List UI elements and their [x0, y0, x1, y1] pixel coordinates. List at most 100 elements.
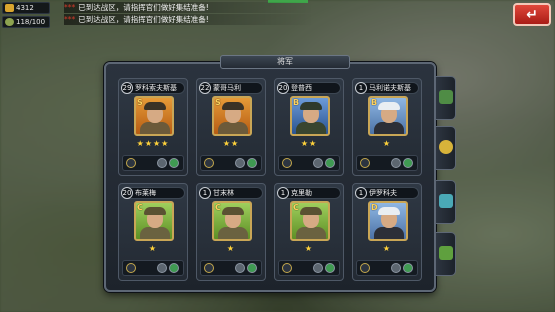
general-stars: ★ — [304, 244, 314, 253]
skill-icon[interactable] — [169, 263, 179, 273]
uniform — [296, 227, 326, 239]
rank-badge-icon[interactable] — [282, 158, 292, 168]
skill-bar — [122, 260, 184, 276]
unit-icon — [439, 90, 453, 104]
general-portrait[interactable]: C — [212, 201, 252, 241]
rank-badge-icon[interactable] — [126, 158, 136, 168]
general-portrait[interactable]: B — [368, 96, 408, 136]
skill-icon[interactable] — [391, 263, 401, 273]
general-card[interactable]: 20 登普西 B ★★ — [274, 78, 344, 176]
general-stars: ★ — [382, 244, 392, 253]
general-portrait[interactable]: S — [212, 96, 252, 136]
gold-icon — [5, 4, 14, 12]
uniform — [140, 227, 170, 239]
skill-icon[interactable] — [157, 158, 167, 168]
general-namebar: 1 伊罗科夫 — [355, 187, 419, 199]
general-portrait[interactable]: S — [134, 96, 174, 136]
cap — [378, 207, 400, 215]
general-rank: S — [137, 98, 143, 107]
skill-icon[interactable] — [325, 158, 335, 168]
general-portrait[interactable]: C — [134, 201, 174, 241]
chat-sender: *** — [64, 15, 76, 24]
general-stars: ★ — [148, 244, 158, 253]
general-rank: D — [371, 203, 378, 212]
cap — [144, 207, 166, 215]
general-portrait[interactable]: B — [290, 96, 330, 136]
side-tab-units[interactable] — [436, 76, 456, 120]
chat-sender: *** — [64, 3, 76, 12]
chat-line[interactable]: *** 已到达战区，请指挥官们做好集结准备! — [64, 14, 314, 25]
general-rank: C — [293, 203, 299, 212]
general-stars: ★★★★ — [136, 139, 170, 148]
cap — [300, 207, 322, 215]
general-namebar: 1 克里勒 — [277, 187, 341, 199]
rank-badge-icon[interactable] — [204, 158, 214, 168]
uniform — [218, 227, 248, 239]
exit-button[interactable]: ↵ — [513, 3, 551, 26]
cap — [222, 207, 244, 215]
side-tab-chest[interactable] — [436, 180, 456, 224]
general-level: 20 — [277, 82, 289, 94]
skill-bar — [278, 155, 340, 171]
skill-icon[interactable] — [169, 158, 179, 168]
general-card[interactable]: 20 布莱梅 C ★ — [118, 183, 188, 281]
side-tab-medals[interactable] — [436, 126, 456, 170]
general-name: 布莱梅 — [135, 189, 156, 197]
general-portrait[interactable]: D — [368, 201, 408, 241]
chat-line[interactable]: *** 已到达战区，请指挥官们做好集结准备! — [64, 2, 314, 13]
cap — [300, 102, 322, 110]
general-portrait[interactable]: C — [290, 201, 330, 241]
general-name: 蒙哥马利 — [213, 84, 241, 92]
skill-bar — [122, 155, 184, 171]
general-rank: C — [215, 203, 221, 212]
rank-badge-icon[interactable] — [204, 263, 214, 273]
general-card[interactable]: 1 甘末林 C ★ — [196, 183, 266, 281]
rank-badge-icon[interactable] — [360, 263, 370, 273]
general-card[interactable]: 1 伊罗科夫 D ★ — [352, 183, 422, 281]
skill-icon[interactable] — [235, 158, 245, 168]
supply-counter[interactable]: 118/100 — [2, 16, 50, 28]
general-level: 1 — [277, 187, 289, 199]
supply-tab-icon — [439, 246, 453, 260]
general-card[interactable]: 29 罗科索夫斯基 S ★★★★ — [118, 78, 188, 176]
skill-icon[interactable] — [403, 263, 413, 273]
cap — [378, 102, 400, 110]
uniform — [218, 122, 248, 134]
skill-icon[interactable] — [247, 158, 257, 168]
general-stars: ★★ — [222, 139, 240, 148]
medal-icon — [439, 140, 453, 154]
skill-icon[interactable] — [403, 158, 413, 168]
uniform — [374, 122, 404, 134]
cap — [222, 102, 244, 110]
general-rank: B — [293, 98, 300, 107]
general-namebar: 29 罗科索夫斯基 — [121, 82, 185, 94]
general-card[interactable]: 22 蒙哥马利 S ★★ — [196, 78, 266, 176]
general-card[interactable]: 1 克里勒 C ★ — [274, 183, 344, 281]
chest-icon — [439, 194, 453, 208]
rank-badge-icon[interactable] — [282, 263, 292, 273]
rank-badge-icon[interactable] — [126, 263, 136, 273]
general-card[interactable]: 1 马利诺夫斯基 B ★ — [352, 78, 422, 176]
gold-counter[interactable]: 4312 — [2, 2, 50, 14]
general-name: 克里勒 — [291, 189, 312, 197]
uniform — [374, 227, 404, 239]
general-rank: C — [137, 203, 143, 212]
skill-icon[interactable] — [157, 263, 167, 273]
skill-bar — [356, 155, 418, 171]
general-level: 1 — [355, 82, 367, 94]
side-tab-supply[interactable] — [436, 232, 456, 276]
gold-value: 4312 — [16, 4, 34, 12]
rank-badge-icon[interactable] — [360, 158, 370, 168]
skill-icon[interactable] — [325, 263, 335, 273]
skill-bar — [356, 260, 418, 276]
skill-icon[interactable] — [313, 158, 323, 168]
chat-message: 已到达战区，请指挥官们做好集结准备! — [78, 3, 209, 12]
skill-bar — [200, 260, 262, 276]
skill-icon[interactable] — [235, 263, 245, 273]
skill-icon[interactable] — [313, 263, 323, 273]
general-name: 甘末林 — [213, 189, 234, 197]
cap — [144, 102, 166, 110]
skill-icon[interactable] — [247, 263, 257, 273]
general-rank: B — [371, 98, 378, 107]
skill-icon[interactable] — [391, 158, 401, 168]
